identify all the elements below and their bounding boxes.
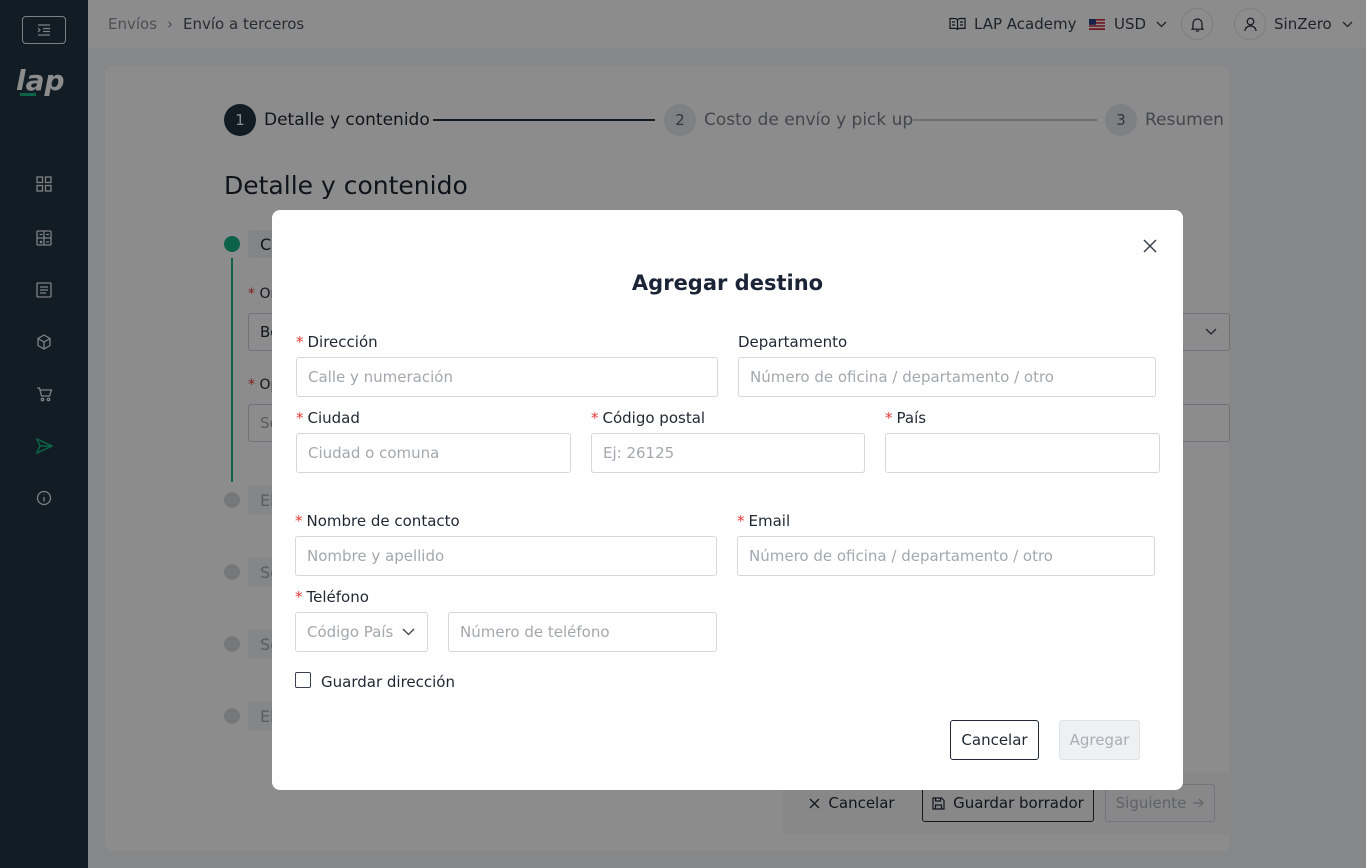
direccion-input[interactable] bbox=[296, 357, 718, 397]
add-destination-modal: Agregar destino *Dirección Departamento … bbox=[272, 210, 1183, 790]
pais-input[interactable] bbox=[885, 433, 1160, 473]
nombre-contacto-input[interactable] bbox=[295, 536, 717, 576]
modal-close-button[interactable] bbox=[1138, 234, 1162, 258]
modal-add-button[interactable]: Agregar bbox=[1059, 720, 1140, 760]
ciudad-input[interactable] bbox=[296, 433, 571, 473]
departamento-label: Departamento bbox=[738, 333, 848, 351]
save-address-label[interactable]: Guardar dirección bbox=[321, 673, 455, 691]
chevron-down-icon bbox=[402, 628, 415, 636]
codigo-postal-label: * Código postal bbox=[591, 409, 706, 427]
country-code-select[interactable]: Código País bbox=[295, 612, 428, 652]
telefono-label: * Teléfono bbox=[295, 588, 369, 606]
modal-title: Agregar destino bbox=[631, 271, 824, 295]
direccion-label: * Dirección bbox=[296, 333, 378, 351]
email-label: * Email bbox=[737, 512, 791, 530]
country-code-placeholder: Código País bbox=[307, 623, 394, 641]
pais-label: * País bbox=[885, 409, 927, 427]
codigo-postal-input[interactable] bbox=[591, 433, 865, 473]
nombre-contacto-label: * Nombre de contacto bbox=[295, 512, 460, 530]
email-input[interactable] bbox=[737, 536, 1155, 576]
ciudad-label: * Ciudad bbox=[296, 409, 360, 427]
save-address-checkbox[interactable] bbox=[295, 672, 311, 688]
close-icon bbox=[1143, 239, 1157, 253]
departamento-input[interactable] bbox=[738, 357, 1156, 397]
modal-cancel-button[interactable]: Cancelar bbox=[950, 720, 1039, 760]
phone-number-input[interactable] bbox=[448, 612, 717, 652]
